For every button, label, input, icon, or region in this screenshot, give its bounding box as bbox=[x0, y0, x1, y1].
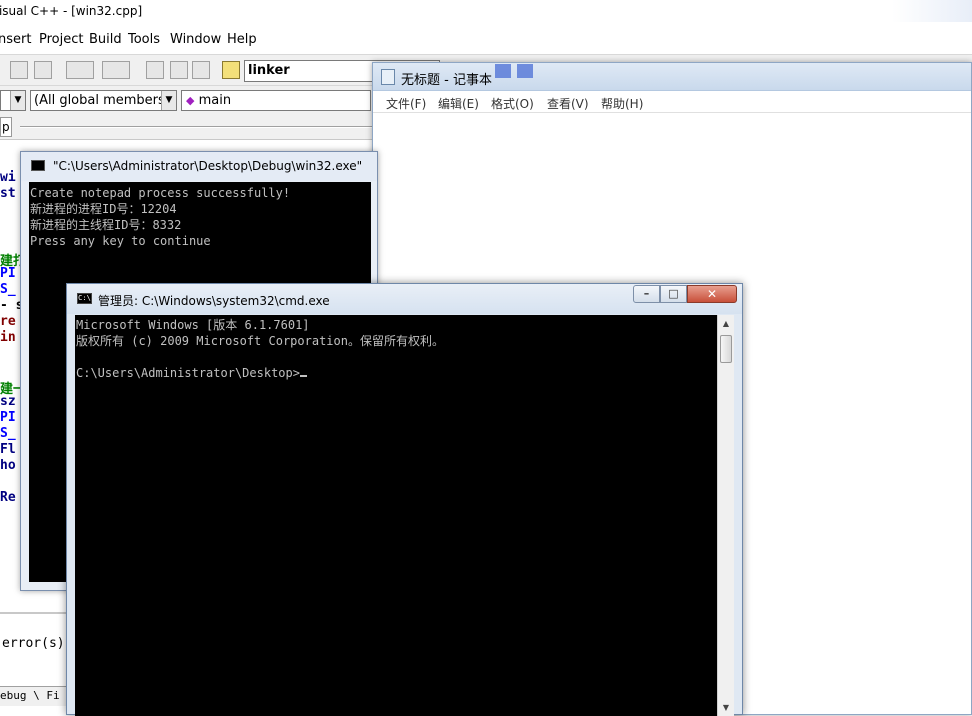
cmd-console-output[interactable]: Microsoft Windows [版本 6.1.7601] 版权所有 (c)… bbox=[75, 315, 717, 716]
notepad-title-bar[interactable]: 无标题 - 记事本 bbox=[373, 63, 971, 91]
toolbar-divider bbox=[20, 126, 372, 128]
undo-icon[interactable] bbox=[66, 61, 94, 79]
win32-title-bar[interactable]: "C:\Users\Administrator\Desktop\Debug\wi… bbox=[21, 152, 377, 181]
cmd-window[interactable]: C:\ 管理员: C:\Windows\system32\cmd.exe – □… bbox=[66, 283, 743, 716]
vc-title-glow bbox=[892, 0, 972, 22]
console-prompt: C:\Users\Administrator\Desktop> bbox=[76, 366, 300, 380]
scroll-down-icon[interactable]: ▼ bbox=[718, 699, 734, 716]
notepad-title: 无标题 - 记事本 bbox=[401, 73, 492, 88]
scroll-up-icon[interactable]: ▲ bbox=[718, 315, 734, 332]
text-cursor bbox=[299, 375, 307, 377]
taskbar-thumbnail-artifact bbox=[495, 64, 535, 80]
diamond-icon: ◆ bbox=[186, 94, 195, 107]
code-fragment: PI bbox=[0, 410, 16, 425]
cmd-scrollbar[interactable]: ▲ ▼ bbox=[717, 315, 734, 716]
vc-title-text: Visual C++ - [win32.cpp] bbox=[0, 4, 143, 18]
cmd-icon: C:\ bbox=[77, 293, 92, 304]
chevron-down-icon[interactable]: ▼ bbox=[10, 91, 25, 110]
console-icon bbox=[31, 160, 45, 171]
paste-icon[interactable] bbox=[34, 61, 52, 79]
members-combo-value: (All global members bbox=[34, 93, 165, 108]
minimize-button[interactable]: – bbox=[633, 285, 660, 303]
function-combo[interactable]: ◆ main bbox=[181, 90, 371, 111]
function-combo-value: main bbox=[198, 93, 232, 108]
output-window-icon[interactable] bbox=[192, 61, 210, 79]
menu-project[interactable]: Project bbox=[39, 32, 83, 47]
vc-menubar: nsert Project Build Tools Window Help bbox=[0, 26, 972, 54]
minimize-icon: – bbox=[643, 287, 650, 300]
vc-title-bar: Visual C++ - [win32.cpp] bbox=[0, 0, 972, 24]
code-fragment: S_ bbox=[0, 282, 16, 297]
code-fragment: Fl bbox=[0, 442, 16, 457]
workspace-icon[interactable] bbox=[146, 61, 164, 79]
console-line: 新进程的主线程ID号：8332 bbox=[30, 218, 182, 232]
console-line: Press any key to continue bbox=[30, 234, 211, 248]
code-fragment: sz bbox=[0, 394, 16, 409]
maximize-button[interactable]: □ bbox=[660, 285, 687, 303]
menu-build[interactable]: Build bbox=[89, 32, 122, 47]
close-icon: ✕ bbox=[706, 287, 718, 301]
code-fragment: st bbox=[0, 186, 16, 201]
code-fragment: wi bbox=[0, 170, 16, 185]
menu-help[interactable]: Help bbox=[227, 32, 257, 47]
find-icon[interactable] bbox=[222, 61, 240, 79]
code-fragment: in bbox=[0, 330, 16, 345]
code-fragment: Re bbox=[0, 490, 16, 505]
console-line: 新进程的进程ID号：12204 bbox=[30, 202, 177, 216]
menu-format[interactable]: 格式(O) bbox=[491, 95, 534, 112]
redo-icon[interactable] bbox=[102, 61, 130, 79]
console-prompt-line[interactable]: C:\Users\Administrator\Desktop> bbox=[76, 365, 717, 381]
code-fragment: re bbox=[0, 314, 16, 329]
menu-window[interactable]: Window bbox=[170, 32, 221, 47]
scroll-thumb[interactable] bbox=[720, 335, 732, 363]
menu-file[interactable]: 文件(F) bbox=[386, 95, 426, 112]
menu-help[interactable]: 帮助(H) bbox=[601, 95, 643, 112]
toolbar3-fragment[interactable]: p bbox=[0, 117, 12, 137]
menu-edit[interactable]: 编辑(E) bbox=[438, 95, 479, 112]
class-combo[interactable]: ▼ bbox=[0, 90, 26, 111]
find-in-files-icon[interactable] bbox=[170, 61, 188, 79]
menu-tools[interactable]: Tools bbox=[128, 32, 160, 47]
notepad-menubar: 文件(F) 编辑(E) 格式(O) 查看(V) 帮助(H) bbox=[373, 91, 971, 113]
console-line: Microsoft Windows [版本 6.1.7601] bbox=[76, 318, 310, 332]
code-fragment: PI bbox=[0, 266, 16, 281]
code-fragment: ho bbox=[0, 458, 16, 473]
code-fragment: S_ bbox=[0, 426, 16, 441]
console-line: 版权所有 (c) 2009 Microsoft Corporation。保留所有… bbox=[76, 334, 444, 348]
notepad-icon bbox=[381, 69, 395, 85]
console-line: Create notepad process successfully! bbox=[30, 186, 291, 200]
close-button[interactable]: ✕ bbox=[687, 285, 737, 303]
win32-title: "C:\Users\Administrator\Desktop\Debug\wi… bbox=[53, 159, 363, 173]
maximize-icon: □ bbox=[668, 287, 679, 300]
menu-view[interactable]: 查看(V) bbox=[547, 95, 589, 112]
members-combo[interactable]: (All global members ▼ bbox=[30, 90, 177, 111]
cmd-title-bar[interactable]: C:\ 管理员: C:\Windows\system32\cmd.exe – □… bbox=[67, 284, 742, 314]
chevron-down-icon[interactable]: ▼ bbox=[161, 91, 176, 110]
copy-icon[interactable] bbox=[10, 61, 28, 79]
output-errors-text: error(s) bbox=[2, 636, 65, 651]
menu-insert[interactable]: nsert bbox=[0, 32, 31, 47]
output-tab-debug[interactable]: ebug \ Fi bbox=[0, 689, 60, 702]
cmd-title: 管理员: C:\Windows\system32\cmd.exe bbox=[98, 294, 330, 308]
